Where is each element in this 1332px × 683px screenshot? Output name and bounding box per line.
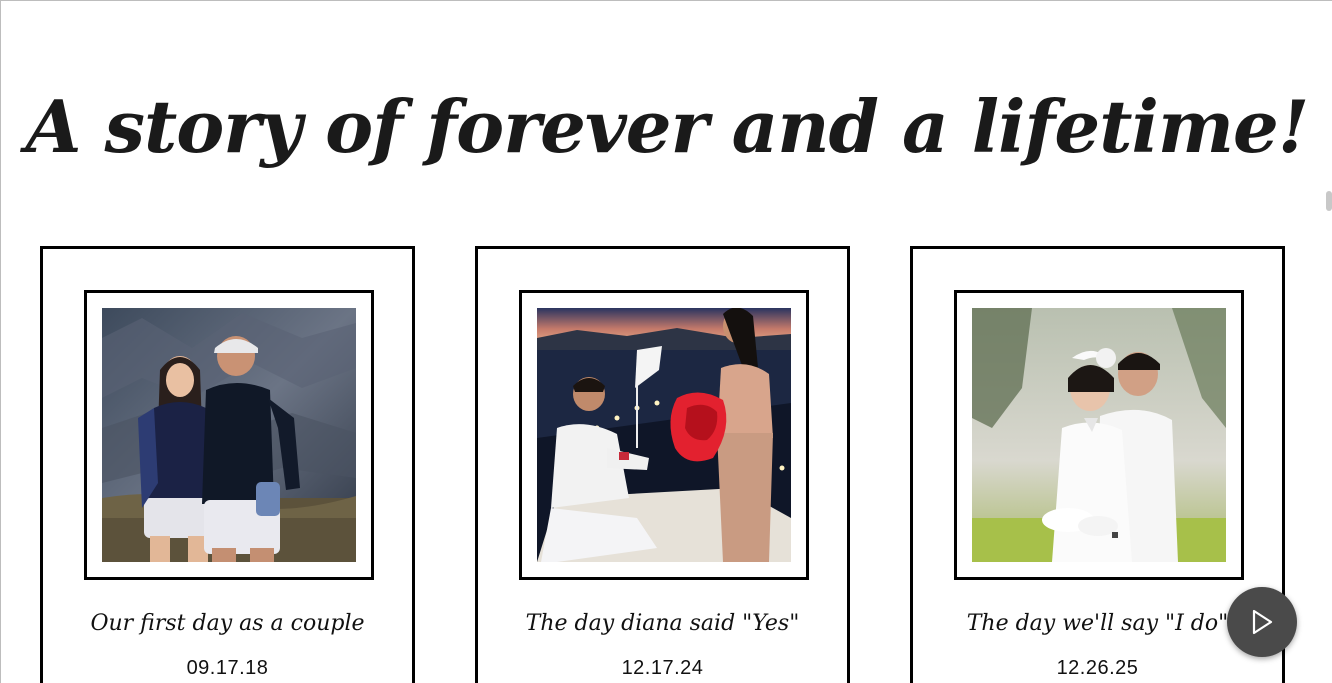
- couple-photo-image: [102, 308, 356, 562]
- play-button[interactable]: [1227, 587, 1297, 657]
- play-icon: [1252, 609, 1273, 635]
- scrollbar-thumb[interactable]: [1326, 191, 1332, 211]
- photo-frame: [954, 290, 1244, 580]
- photo-frame: [519, 290, 809, 580]
- story-card-proposal: The day diana said "Yes" 12.17.24: [475, 246, 850, 683]
- page-title: A story of forever and a lifetime!: [25, 84, 1310, 169]
- card-date: 12.17.24: [621, 657, 704, 679]
- photo-frame: [84, 290, 374, 580]
- page: A story of forever and a lifetime! Our f…: [0, 0, 1332, 683]
- proposal-photo-image: [537, 308, 791, 562]
- wedding-photo-image: [972, 308, 1226, 562]
- card-caption: Our first day as a couple: [90, 611, 365, 636]
- wedding-photo[interactable]: [972, 308, 1226, 562]
- card-date: 12.26.25: [1056, 657, 1139, 679]
- story-card-first-day: Our first day as a couple 09.17.18: [40, 246, 415, 683]
- proposal-photo[interactable]: [537, 308, 791, 562]
- card-date: 09.17.18: [186, 657, 269, 679]
- couple-photo[interactable]: [102, 308, 356, 562]
- card-caption: The day diana said "Yes": [525, 611, 800, 636]
